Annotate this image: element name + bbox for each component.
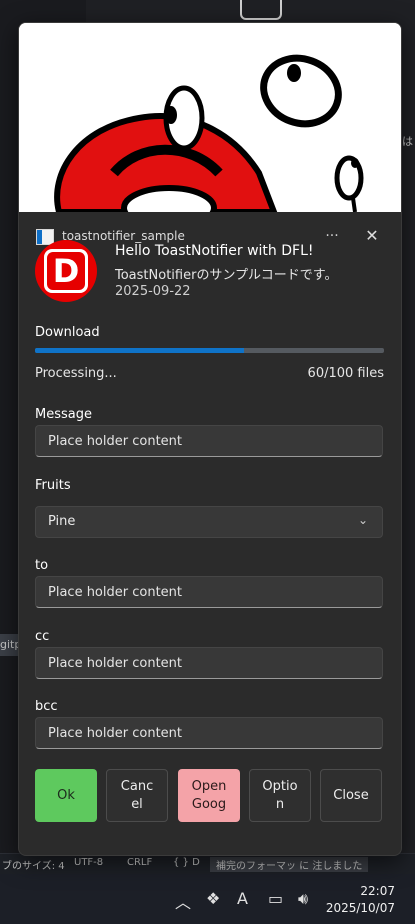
open-google-button[interactable]: Open Goog [178, 769, 240, 822]
progress-title: Download [35, 325, 100, 340]
fruits-selected-value: Pine [48, 514, 76, 529]
to-field[interactable] [35, 576, 383, 608]
cc-label: cc [35, 629, 50, 644]
background-text-right: は [402, 135, 413, 148]
more-options-button[interactable]: ··· [319, 224, 345, 248]
message-label: Message [35, 407, 92, 422]
progress-fill [35, 348, 245, 353]
progress-bar [35, 348, 384, 353]
hero-image [19, 23, 401, 212]
progress-value: 60/100 files [307, 366, 384, 381]
toast-attribution: 2025-09-22 [115, 284, 191, 299]
bcc-input[interactable] [36, 718, 382, 748]
chevron-up-icon[interactable]: ︿ [175, 889, 191, 913]
app-name: toastnotifier_sample [62, 229, 185, 243]
cc-input[interactable] [36, 648, 382, 678]
clock-date: 2025/10/07 [325, 901, 395, 915]
volume-icon[interactable]: 🔊︎ [298, 889, 308, 909]
taskbar: ︿ ❖ A ▭ 🔊︎ 22:07 2025/10/07 [0, 874, 415, 924]
toast-body: ToastNotifierのサンプルコードです。 [115, 268, 338, 283]
clock-time: 22:07 [360, 884, 395, 898]
notification-status[interactable]: 補完のフォーマッ に 注しました [210, 857, 369, 872]
app-logo: D [35, 240, 97, 302]
close-button[interactable]: Close [320, 769, 382, 822]
bcc-field[interactable] [35, 717, 383, 749]
toast-title: Hello ToastNotifier with DFL! [115, 243, 314, 259]
message-field[interactable] [35, 425, 383, 457]
ok-button[interactable]: Ok [35, 769, 97, 822]
chevron-down-icon: ⌄ [357, 513, 368, 527]
dismiss-button[interactable]: ✕ [359, 224, 385, 248]
cancel-button[interactable]: Canc el [106, 769, 168, 822]
editor-statusbar: ブのサイズ: 4 UTF-8 CRLF { } D 補完のフォーマッ に 注しま… [0, 853, 415, 874]
fruits-label: Fruits [35, 478, 71, 493]
logo-letter: D [52, 252, 80, 290]
to-label: to [35, 558, 49, 573]
bcc-label: bcc [35, 699, 58, 714]
font-icon[interactable]: A [237, 889, 248, 908]
fruits-select[interactable]: Pine ⌄ [35, 506, 383, 538]
encoding-status[interactable]: UTF-8 [74, 857, 103, 868]
chat-icon [240, 0, 282, 20]
message-input[interactable] [36, 426, 382, 456]
cc-field[interactable] [35, 647, 383, 679]
to-input[interactable] [36, 577, 382, 607]
tab-size-status[interactable]: ブのサイズ: 4 [2, 857, 65, 872]
clock[interactable]: 22:07 2025/10/07 [326, 883, 395, 917]
dropbox-icon[interactable]: ❖ [206, 889, 220, 908]
hero-illustration [19, 23, 401, 212]
eol-status[interactable]: CRLF [127, 857, 152, 868]
progress-status: Processing... [35, 366, 117, 381]
option-button[interactable]: Optio n [249, 769, 311, 822]
language-status[interactable]: { } D [173, 857, 200, 868]
network-icon[interactable]: ▭ [268, 889, 283, 908]
